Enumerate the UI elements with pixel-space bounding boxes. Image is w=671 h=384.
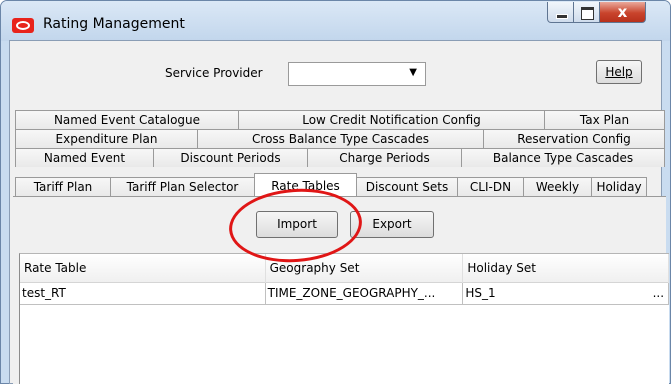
tab-named-event[interactable]: Named Event xyxy=(15,148,154,167)
oracle-logo-icon xyxy=(12,18,34,33)
tab-reservation-config[interactable]: Reservation Config xyxy=(483,129,665,148)
import-label: Import xyxy=(277,217,317,231)
window-title: Rating Management xyxy=(43,16,185,32)
import-button[interactable]: Import xyxy=(256,211,338,238)
help-label: Help xyxy=(605,65,633,79)
close-icon: x xyxy=(617,3,628,21)
tab-expenditure-plan[interactable]: Expenditure Plan xyxy=(15,129,198,148)
tab-discount-sets[interactable]: Discount Sets xyxy=(356,177,458,196)
close-button[interactable]: x xyxy=(600,2,646,23)
maximize-icon[interactable] xyxy=(574,2,600,23)
tab-cross-balance-type-cascades[interactable]: Cross Balance Type Cascades xyxy=(197,129,484,148)
service-provider-select[interactable]: ▼ xyxy=(288,62,426,86)
tab-row-2: Expenditure Plan Cross Balance Type Casc… xyxy=(15,129,666,148)
tab-tariff-plan-selector[interactable]: Tariff Plan Selector xyxy=(110,177,255,196)
tab-rate-tables[interactable]: Rate Tables xyxy=(254,173,357,196)
tab-row-1: Named Event Catalogue Low Credit Notific… xyxy=(15,110,666,129)
tab-named-event-catalogue[interactable]: Named Event Catalogue xyxy=(15,110,239,129)
table-row[interactable]: test_RT TIME_ZONE_GEOGRAPHY_... HS_1 ... xyxy=(20,283,670,305)
table-header: Rate Table Geography Set Holiday Set xyxy=(20,254,670,283)
tab-low-credit-notification-config[interactable]: Low Credit Notification Config xyxy=(238,110,545,129)
cell-geography-set[interactable]: TIME_ZONE_GEOGRAPHY_... xyxy=(265,283,464,305)
tab-tariff-plan[interactable]: Tariff Plan xyxy=(15,177,111,196)
tab-tax-plan[interactable]: Tax Plan xyxy=(544,110,665,129)
tab-holiday[interactable]: Holiday xyxy=(591,177,647,196)
column-header-holiday-set[interactable]: Holiday Set xyxy=(463,254,670,283)
cell-holiday-set[interactable]: HS_1 ... xyxy=(463,283,670,305)
help-button[interactable]: Help xyxy=(596,60,642,84)
holiday-set-value: HS_1 xyxy=(465,286,496,300)
service-provider-label: Service Provider xyxy=(165,66,263,80)
column-header-geography-set[interactable]: Geography Set xyxy=(266,254,464,283)
export-button[interactable]: Export xyxy=(350,211,434,238)
tab-row-4: Tariff Plan Tariff Plan Selector Rate Ta… xyxy=(15,173,666,196)
tab-weekly[interactable]: Weekly xyxy=(523,177,592,196)
title-bar[interactable]: Rating Management x xyxy=(1,1,670,41)
tab-charge-periods[interactable]: Charge Periods xyxy=(307,148,462,167)
tab-discount-periods[interactable]: Discount Periods xyxy=(153,148,308,167)
tab-cli-dn[interactable]: CLI-DN xyxy=(457,177,524,196)
ellipsis-button[interactable]: ... xyxy=(653,283,664,303)
export-label: Export xyxy=(372,217,412,231)
chevron-down-icon: ▼ xyxy=(409,67,417,78)
minimize-icon[interactable] xyxy=(547,2,574,23)
cell-rate-table[interactable]: test_RT xyxy=(20,283,266,305)
tab-balance-type-cascades[interactable]: Balance Type Cascades xyxy=(461,148,665,167)
tab-row-3: Named Event Discount Periods Charge Peri… xyxy=(15,148,666,167)
column-header-rate-table[interactable]: Rate Table xyxy=(20,254,266,283)
rate-table-grid: Rate Table Geography Set Holiday Set tes… xyxy=(19,253,670,384)
